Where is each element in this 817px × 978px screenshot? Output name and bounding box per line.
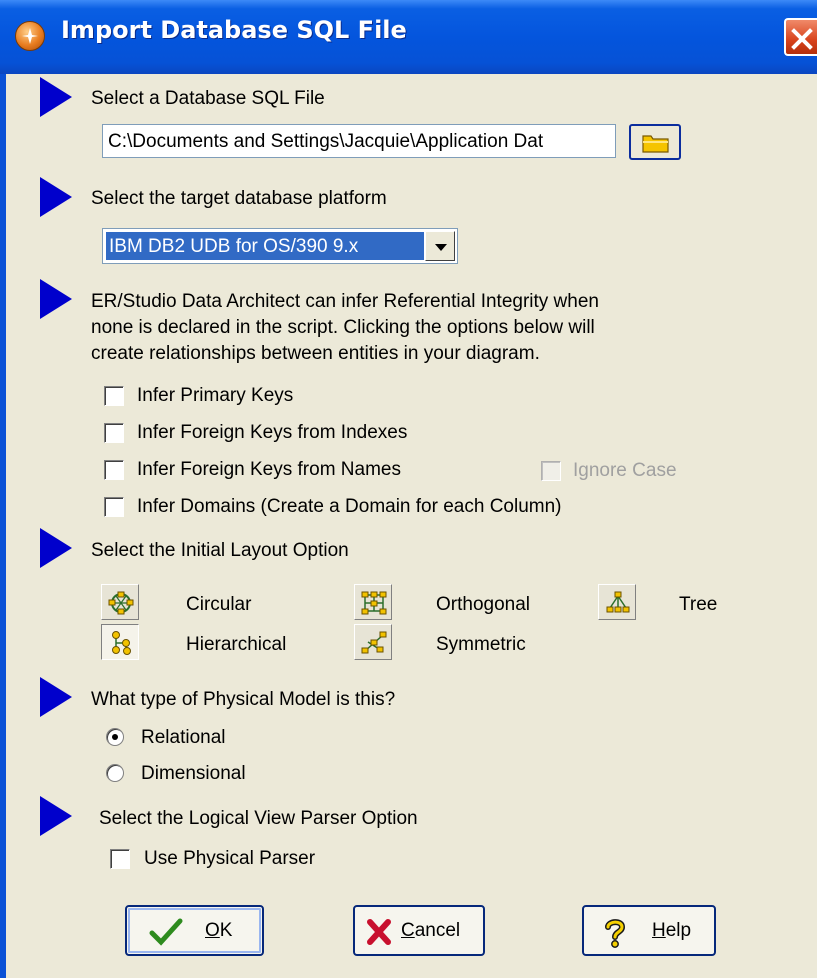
orthogonal-layout-button[interactable] — [354, 584, 392, 620]
infer-primary-keys-checkbox[interactable] — [104, 386, 124, 406]
orthogonal-layout-icon — [361, 591, 387, 615]
symmetric-layout-label: Symmetric — [436, 634, 526, 655]
model-type-heading: What type of Physical Model is this? — [91, 689, 396, 710]
ignore-case-checkbox — [541, 461, 561, 481]
platform-selected-value: IBM DB2 UDB for OS/390 9.x — [106, 232, 424, 260]
infer-primary-keys-label[interactable]: Infer Primary Keys — [137, 385, 293, 407]
tree-layout-icon — [606, 591, 630, 613]
dropdown-button[interactable] — [425, 231, 455, 261]
cancel-x-icon — [367, 919, 391, 945]
hierarchical-layout-icon — [112, 631, 131, 655]
ri-description-line-1: ER/Studio Data Architect can infer Refer… — [91, 291, 599, 312]
cancel-mnemonic: C — [401, 920, 415, 941]
layout-heading: Select the Initial Layout Option — [91, 540, 349, 561]
help-question-icon — [605, 919, 626, 948]
ok-mnemonic: O — [205, 920, 220, 941]
relational-label[interactable]: Relational — [141, 727, 226, 749]
parser-heading: Select the Logical View Parser Option — [99, 808, 418, 829]
app-icon — [15, 21, 45, 51]
symmetric-layout-button[interactable] — [354, 624, 392, 660]
window-title: Import Database SQL File — [61, 16, 407, 44]
radio-selected-dot — [112, 734, 118, 740]
section-arrow-icon — [40, 77, 72, 117]
dimensional-label[interactable]: Dimensional — [141, 763, 246, 785]
ok-label: K — [219, 920, 233, 941]
sql-file-path-input[interactable]: C:\Documents and Settings\Jacquie\Applic… — [102, 124, 616, 158]
sql-file-heading: Select a Database SQL File — [91, 88, 325, 109]
ri-description-line-2: none is declared in the script. Clicking… — [91, 317, 595, 338]
circular-layout-button[interactable] — [101, 584, 139, 620]
title-bar[interactable]: Import Database SQL File — [0, 0, 817, 74]
use-physical-parser-checkbox[interactable] — [110, 849, 130, 869]
infer-domains-checkbox[interactable] — [104, 497, 124, 517]
ignore-case-label: Ignore Case — [573, 460, 677, 481]
ok-button[interactable]: OK — [125, 905, 264, 956]
window-frame-left — [0, 74, 6, 978]
hierarchical-layout-label: Hierarchical — [186, 634, 287, 655]
dimensional-radio[interactable] — [106, 764, 124, 782]
browse-button[interactable] — [629, 124, 681, 160]
platform-heading: Select the target database platform — [91, 188, 387, 209]
close-icon — [791, 28, 813, 50]
chevron-down-icon — [435, 244, 447, 251]
infer-fk-names-label[interactable]: Infer Foreign Keys from Names — [137, 459, 401, 481]
infer-domains-label[interactable]: Infer Domains (Create a Domain for each … — [137, 496, 562, 518]
cancel-label: ancel — [414, 920, 461, 941]
help-mnemonic: H — [652, 920, 666, 941]
orthogonal-layout-label: Orthogonal — [436, 594, 531, 615]
use-physical-parser-label[interactable]: Use Physical Parser — [144, 848, 315, 870]
cancel-button[interactable]: Cancel — [353, 905, 485, 956]
close-button[interactable] — [784, 18, 817, 56]
help-button[interactable]: Help — [582, 905, 716, 956]
hierarchical-layout-button[interactable] — [101, 624, 139, 660]
ri-description-line-3: create relationships between entities in… — [91, 343, 540, 364]
infer-fk-indexes-checkbox[interactable] — [104, 423, 124, 443]
infer-fk-names-checkbox[interactable] — [104, 460, 124, 480]
section-arrow-icon — [40, 677, 72, 717]
circular-layout-icon — [108, 591, 134, 615]
section-arrow-icon — [40, 279, 72, 319]
checkmark-icon — [149, 918, 183, 946]
tree-layout-label: Tree — [679, 594, 718, 615]
section-arrow-icon — [40, 528, 72, 568]
infer-fk-indexes-label[interactable]: Infer Foreign Keys from Indexes — [137, 422, 407, 444]
circular-layout-label: Circular — [186, 594, 252, 615]
platform-select[interactable]: IBM DB2 UDB for OS/390 9.x — [102, 228, 458, 264]
symmetric-layout-icon — [361, 631, 387, 654]
folder-icon — [642, 135, 669, 153]
section-arrow-icon — [40, 177, 72, 217]
section-arrow-icon — [40, 796, 72, 836]
tree-layout-button[interactable] — [598, 584, 636, 620]
help-label: elp — [665, 920, 692, 941]
relational-radio[interactable] — [106, 728, 124, 746]
